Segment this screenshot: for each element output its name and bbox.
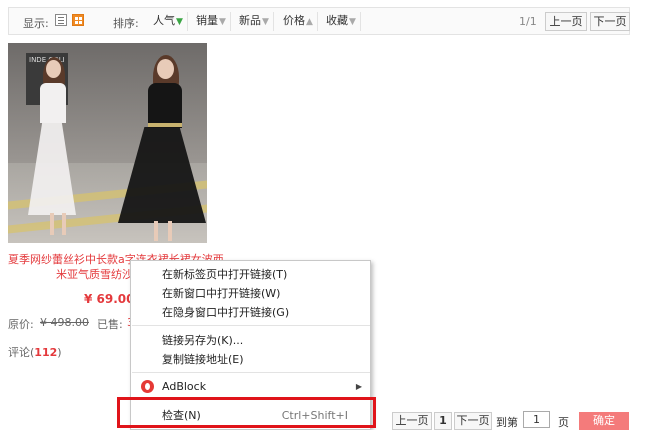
list-view-icon[interactable]: [55, 14, 67, 26]
next-page-button[interactable]: 下一页: [590, 12, 630, 31]
review-count: 112: [34, 346, 58, 359]
original-price: ¥ 498.00: [40, 316, 89, 329]
arrow-down-icon: ▼: [262, 17, 269, 27]
bottom-current-page[interactable]: 1: [434, 412, 452, 430]
confirm-button[interactable]: 确定: [579, 412, 629, 430]
sort-new-button[interactable]: 新品▼: [235, 12, 274, 31]
menu-separator: [132, 325, 370, 326]
page-number-input[interactable]: 1: [523, 411, 550, 428]
bottom-prev-page-button[interactable]: 上一页: [392, 412, 432, 430]
sort-sales-label: 销量: [196, 14, 218, 27]
page-count: 1/1: [519, 15, 537, 28]
arrow-down-icon: ▼: [219, 17, 226, 27]
sort-price-label: 价格: [283, 14, 305, 27]
sort-favorites-label: 收藏: [326, 14, 348, 27]
arrow-up-icon: ▲: [306, 17, 313, 27]
product-image[interactable]: INDE COLI: [8, 43, 207, 243]
sort-toolbar: 显示: 排序: 人气▼ 销量▼ 新品▼ 价格▲ 收藏▼ 1/1 上一页 下一页: [8, 7, 630, 35]
arrow-down-icon: ▼: [349, 17, 356, 27]
menu-open-new-window[interactable]: 在新窗口中打开链接(W): [132, 284, 370, 303]
sort-popularity-label: 人气: [153, 14, 175, 27]
menu-copy-link-address[interactable]: 复制链接地址(E): [132, 350, 370, 369]
sort-new-label: 新品: [239, 14, 261, 27]
grid-view-icon[interactable]: [72, 14, 84, 26]
display-label: 显示:: [23, 17, 49, 30]
sort-label: 排序:: [113, 17, 139, 30]
menu-separator: [132, 372, 370, 373]
sort-sales-button[interactable]: 销量▼: [192, 12, 231, 31]
sort-popularity-button[interactable]: 人气▼: [149, 12, 188, 31]
menu-open-incognito[interactable]: 在隐身窗口中打开链接(G): [132, 303, 370, 322]
menu-open-new-tab[interactable]: 在新标签页中打开链接(T): [132, 265, 370, 284]
sort-favorites-button[interactable]: 收藏▼: [322, 12, 361, 31]
review-label: 评论(: [8, 346, 35, 359]
submenu-arrow-icon: ▶: [355, 382, 362, 391]
menu-adblock[interactable]: AdBlock ▶: [132, 377, 370, 396]
prev-page-button[interactable]: 上一页: [545, 12, 587, 31]
bottom-next-page-button[interactable]: 下一页: [454, 412, 492, 430]
original-price-label: 原价:: [8, 318, 34, 331]
goto-label: 到第: [496, 416, 518, 429]
review-link[interactable]: 评论(112): [8, 344, 62, 360]
adblock-icon: [141, 380, 154, 393]
review-close: ): [57, 346, 62, 359]
sold-label: 已售:: [97, 318, 123, 331]
product-price: ¥ 69.00: [84, 292, 135, 306]
sort-price-button[interactable]: 价格▲: [279, 12, 318, 31]
arrow-down-icon: ▼: [176, 17, 183, 27]
menu-save-link-as[interactable]: 链接另存为(K)...: [132, 331, 370, 350]
menu-adblock-label: AdBlock: [162, 380, 207, 393]
inspect-highlight-box: [117, 397, 376, 428]
page-suffix: 页: [558, 416, 569, 429]
